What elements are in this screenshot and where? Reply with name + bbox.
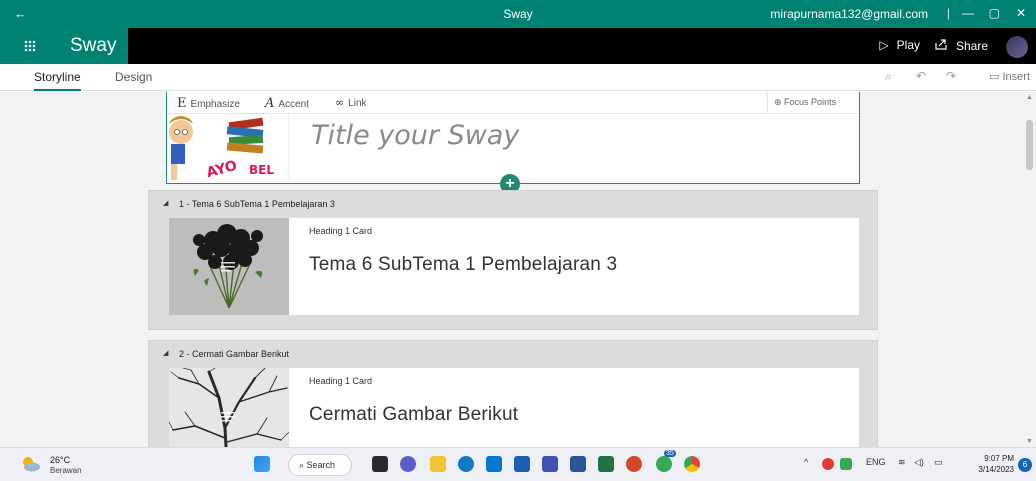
insert-button[interactable]: ▭ Insert	[989, 70, 1030, 83]
weather-temperature: 26°C	[50, 455, 71, 465]
mail-icon[interactable]	[514, 456, 530, 472]
svg-text:BEL: BEL	[249, 163, 274, 177]
powerpoint-icon[interactable]	[626, 456, 642, 472]
card-image[interactable]	[169, 368, 289, 447]
accent-label: Accent	[278, 99, 309, 110]
user-avatar[interactable]	[1006, 36, 1028, 58]
focus-points-label: Focus Points	[784, 97, 837, 107]
word-icon[interactable]	[570, 456, 586, 472]
taskbar-search-label: Search	[306, 460, 336, 470]
title-card[interactable]: E Emphasize A Accent ∞ Link ⊕ Focus Points …	[166, 92, 860, 184]
toolbar-tabs: Storyline Design ⌕ ↶ ↷ ▭ Insert	[0, 64, 1036, 91]
emphasize-label: Emphasize	[190, 99, 240, 110]
scrollbar-thumb[interactable]	[1026, 120, 1033, 170]
app-launcher-button[interactable]	[0, 28, 56, 64]
share-button[interactable]: Share	[935, 38, 988, 53]
share-icon	[935, 38, 948, 53]
accent-button[interactable]: A Accent	[265, 96, 309, 111]
storyline-canvas: E Emphasize A Accent ∞ Link ⊕ Focus Points …	[0, 92, 1036, 447]
waffle-icon	[24, 40, 36, 52]
file-explorer-icon[interactable]	[430, 456, 446, 472]
heading-card[interactable]: Heading 1 Card Tema 6 SubTema 1 Pembelaj…	[169, 218, 859, 315]
play-button[interactable]: ▷ Play	[879, 38, 920, 52]
link-button[interactable]: ∞ Link	[335, 96, 367, 109]
weather-widget[interactable]: 26°C Berawan	[20, 452, 100, 478]
title-image[interactable]: AYO BEL	[167, 114, 289, 182]
store-icon[interactable]	[486, 456, 502, 472]
accent-icon: A	[265, 96, 275, 111]
weather-condition: Berawan	[50, 466, 82, 475]
whatsapp-badge: 35	[664, 450, 676, 457]
card-title[interactable]: Tema 6 SubTema 1 Pembelajaran 3	[309, 254, 617, 276]
whatsapp-icon[interactable]: 35	[656, 450, 676, 472]
focus-points-icon: ⊕	[774, 97, 785, 107]
card-type-label: Heading 1 Card	[309, 226, 373, 236]
section-header[interactable]: ◢ 2 - Cermati Gambar Berikut	[149, 341, 877, 367]
excel-icon[interactable]	[598, 456, 614, 472]
windows-taskbar: 26°C Berawan ⌕ Search 35 ^ ENG ≋ ◁) ▭ 9:…	[0, 447, 1036, 481]
restore-button[interactable]: ▢	[989, 6, 1000, 20]
taskbar-search[interactable]: ⌕ Search	[288, 454, 352, 476]
emphasize-button[interactable]: E Emphasize	[177, 96, 240, 111]
share-label: Share	[955, 39, 988, 53]
clock-time: 9:07 PM	[984, 454, 1014, 463]
scroll-down-icon[interactable]: ▼	[1026, 438, 1033, 445]
start-icon[interactable]	[254, 456, 270, 472]
insert-icon: ▭	[989, 71, 1003, 83]
link-icon: ∞	[335, 96, 345, 109]
cloudy-weather-icon	[23, 457, 40, 472]
vertical-scrollbar[interactable]: ▲ ▼	[1023, 92, 1036, 447]
section-header-label: 2 - Cermati Gambar Berikut	[179, 349, 290, 359]
card-type-label: Heading 1 Card	[309, 376, 373, 386]
tray-overflow-icon[interactable]: ^	[804, 457, 808, 467]
play-icon: ▷	[879, 38, 889, 52]
chrome-icon[interactable]	[684, 456, 700, 472]
account-email[interactable]: mirapurnama132@gmail.com	[770, 7, 928, 21]
system-clock[interactable]: 9:07 PM 3/14/2023	[978, 453, 1014, 475]
app-header: Sway ▷ Play Share	[0, 28, 1036, 64]
insert-label: Insert	[1002, 71, 1030, 83]
volume-icon[interactable]: ◁)	[914, 457, 924, 468]
battery-icon[interactable]: ▭	[934, 457, 943, 468]
format-bar: E Emphasize A Accent ∞ Link ⊕ Focus Points	[167, 92, 859, 114]
close-button[interactable]: ✕	[1016, 6, 1026, 20]
section-group: ◢ 2 - Cermati Gambar Berikut Heading 1 C…	[148, 340, 878, 447]
card-title[interactable]: Cermati Gambar Berikut	[309, 404, 518, 426]
sway-icon[interactable]	[542, 456, 558, 472]
app-name: Sway	[56, 28, 128, 64]
tray-drive-icon[interactable]	[840, 458, 852, 470]
card-image[interactable]	[169, 218, 289, 315]
minimize-button[interactable]: —	[962, 6, 974, 20]
emphasize-icon: E	[177, 96, 187, 111]
section-header[interactable]: ◢ 1 - Tema 6 SubTema 1 Pembelajaran 3	[149, 191, 877, 217]
focus-points-button[interactable]: ⊕ Focus Points	[767, 92, 859, 113]
tab-storyline[interactable]: Storyline	[34, 70, 81, 91]
tray-app-icon[interactable]	[822, 458, 834, 470]
title-input[interactable]: Title your Sway	[311, 120, 519, 151]
collapse-triangle-icon[interactable]: ◢	[163, 349, 168, 357]
language-indicator[interactable]: ENG	[866, 457, 886, 467]
heading-card[interactable]: Heading 1 Card Cermati Gambar Berikut	[169, 368, 859, 447]
edge-icon[interactable]	[458, 456, 474, 472]
wifi-icon[interactable]: ≋	[898, 457, 906, 468]
task-view-icon[interactable]	[372, 456, 388, 472]
collapse-triangle-icon[interactable]: ◢	[163, 199, 168, 207]
section-group: ◢ 1 - Tema 6 SubTema 1 Pembelajaran 3 He…	[148, 190, 878, 330]
search-icon: ⌕	[299, 460, 307, 470]
play-label: Play	[896, 38, 920, 52]
redo-icon[interactable]: ↷	[946, 69, 956, 83]
link-label: Link	[348, 98, 367, 109]
chat-icon[interactable]	[400, 456, 416, 472]
scroll-up-icon[interactable]: ▲	[1026, 94, 1033, 101]
search-icon[interactable]: ⌕	[885, 69, 892, 84]
window-titlebar: ← Sway mirapurnama132@gmail.com | — ▢ ✕	[0, 0, 1036, 28]
clock-date: 3/14/2023	[978, 465, 1014, 474]
titlebar-separator: |	[946, 6, 950, 20]
notification-badge[interactable]: 6	[1018, 458, 1032, 472]
section-header-label: 1 - Tema 6 SubTema 1 Pembelajaran 3	[179, 199, 335, 209]
undo-icon[interactable]: ↶	[916, 69, 926, 83]
tab-design[interactable]: Design	[115, 70, 152, 84]
